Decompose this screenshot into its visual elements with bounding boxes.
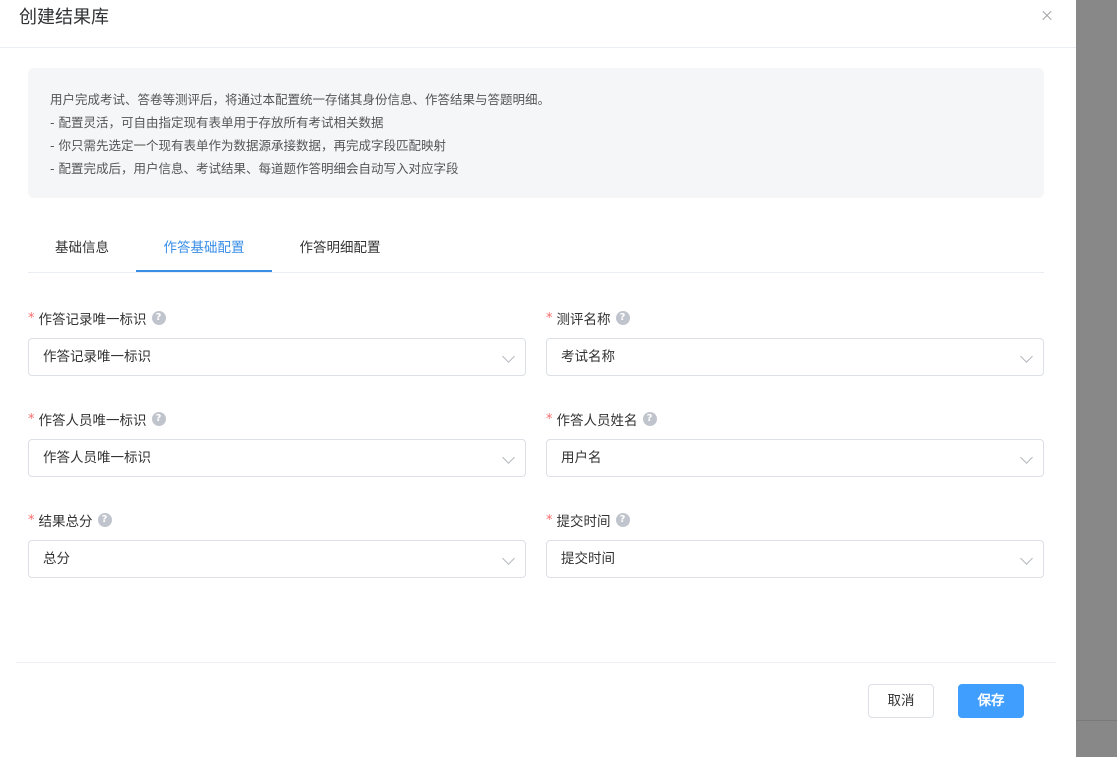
help-icon[interactable]: ? — [151, 311, 166, 325]
field-label-text: 作答人员姓名 — [556, 413, 638, 429]
field-total-score: * 结果总分 ? 总分 — [28, 510, 526, 578]
dialog-title: 创建结果库 — [19, 7, 109, 28]
footer-divider — [16, 662, 1056, 663]
create-result-library-dialog: 创建结果库 用户完成考试、答卷等测评后，将通过本配置统一存储其身份信息、作答结果… — [0, 0, 1076, 757]
total-score-select[interactable]: 总分 — [28, 540, 526, 578]
save-button[interactable]: 保存 — [958, 684, 1024, 718]
field-submit-time: * 提交时间 ? 提交时间 — [546, 510, 1044, 578]
chevron-down-icon — [1020, 552, 1033, 565]
tab-answer-detail-config[interactable]: 作答明细配置 — [272, 228, 408, 272]
required-mark: * — [546, 411, 553, 427]
required-mark: * — [28, 512, 35, 528]
field-label: * 作答人员唯一标识 ? — [28, 409, 526, 429]
field-label-text: 作答人员唯一标识 — [38, 413, 147, 429]
respondent-id-select[interactable]: 作答人员唯一标识 — [28, 439, 526, 477]
required-mark: * — [28, 411, 35, 427]
select-value: 提交时间 — [561, 551, 615, 567]
modal-backdrop — [1076, 0, 1117, 757]
chevron-down-icon — [502, 451, 515, 464]
field-respondent-name: * 作答人员姓名 ? 用户名 — [546, 409, 1044, 477]
field-label-text: 测评名称 — [556, 312, 611, 328]
respondent-name-select[interactable]: 用户名 — [546, 439, 1044, 477]
field-assessment-name: * 测评名称 ? 考试名称 — [546, 308, 1044, 376]
field-label-text: 作答记录唯一标识 — [38, 312, 147, 328]
field-label-text: 结果总分 — [38, 514, 93, 530]
select-value: 用户名 — [561, 450, 602, 466]
field-respondent-id: * 作答人员唯一标识 ? 作答人员唯一标识 — [28, 409, 526, 477]
cancel-button[interactable]: 取消 — [868, 684, 934, 718]
info-notice: 用户完成考试、答卷等测评后，将通过本配置统一存储其身份信息、作答结果与答题明细。… — [28, 68, 1044, 198]
tab-basic-info[interactable]: 基础信息 — [28, 228, 136, 272]
required-mark: * — [546, 512, 553, 528]
field-label: * 结果总分 ? — [28, 510, 526, 530]
close-icon[interactable] — [1037, 6, 1057, 26]
field-label: * 提交时间 ? — [546, 510, 1044, 530]
chevron-down-icon — [502, 350, 515, 363]
help-icon[interactable]: ? — [151, 412, 166, 426]
field-label: * 测评名称 ? — [546, 308, 1044, 328]
notice-line: 用户完成考试、答卷等测评后，将通过本配置统一存储其身份信息、作答结果与答题明细。 — [50, 92, 551, 107]
config-tabs: 基础信息 作答基础配置 作答明细配置 — [28, 228, 1044, 273]
select-value: 考试名称 — [561, 349, 615, 365]
help-icon[interactable]: ? — [97, 513, 112, 527]
select-value: 作答人员唯一标识 — [43, 450, 151, 466]
field-label: * 作答人员姓名 ? — [546, 409, 1044, 429]
help-icon[interactable]: ? — [615, 513, 630, 527]
dialog-header: 创建结果库 — [0, 0, 1076, 48]
tab-answer-basic-config[interactable]: 作答基础配置 — [136, 228, 272, 272]
notice-line: - 配置完成后，用户信息、考试结果、每道题作答明细会自动写入对应字段 — [50, 161, 459, 176]
field-label: * 作答记录唯一标识 ? — [28, 308, 526, 328]
chevron-down-icon — [1020, 350, 1033, 363]
required-mark: * — [546, 310, 553, 326]
active-tab-indicator — [136, 270, 272, 272]
chevron-down-icon — [502, 552, 515, 565]
notice-line: - 配置灵活，可自由指定现有表单用于存放所有考试相关数据 — [50, 115, 384, 130]
backdrop-divider — [1076, 720, 1117, 721]
select-value: 总分 — [43, 551, 70, 567]
help-icon[interactable]: ? — [615, 311, 630, 325]
select-value: 作答记录唯一标识 — [43, 349, 151, 365]
field-record-id: * 作答记录唯一标识 ? 作答记录唯一标识 — [28, 308, 526, 376]
record-id-select[interactable]: 作答记录唯一标识 — [28, 338, 526, 376]
assessment-name-select[interactable]: 考试名称 — [546, 338, 1044, 376]
submit-time-select[interactable]: 提交时间 — [546, 540, 1044, 578]
help-icon[interactable]: ? — [642, 412, 657, 426]
chevron-down-icon — [1020, 451, 1033, 464]
notice-line: - 你只需先选定一个现有表单作为数据源承接数据，再完成字段匹配映射 — [50, 138, 446, 153]
field-label-text: 提交时间 — [556, 514, 611, 530]
required-mark: * — [28, 310, 35, 326]
